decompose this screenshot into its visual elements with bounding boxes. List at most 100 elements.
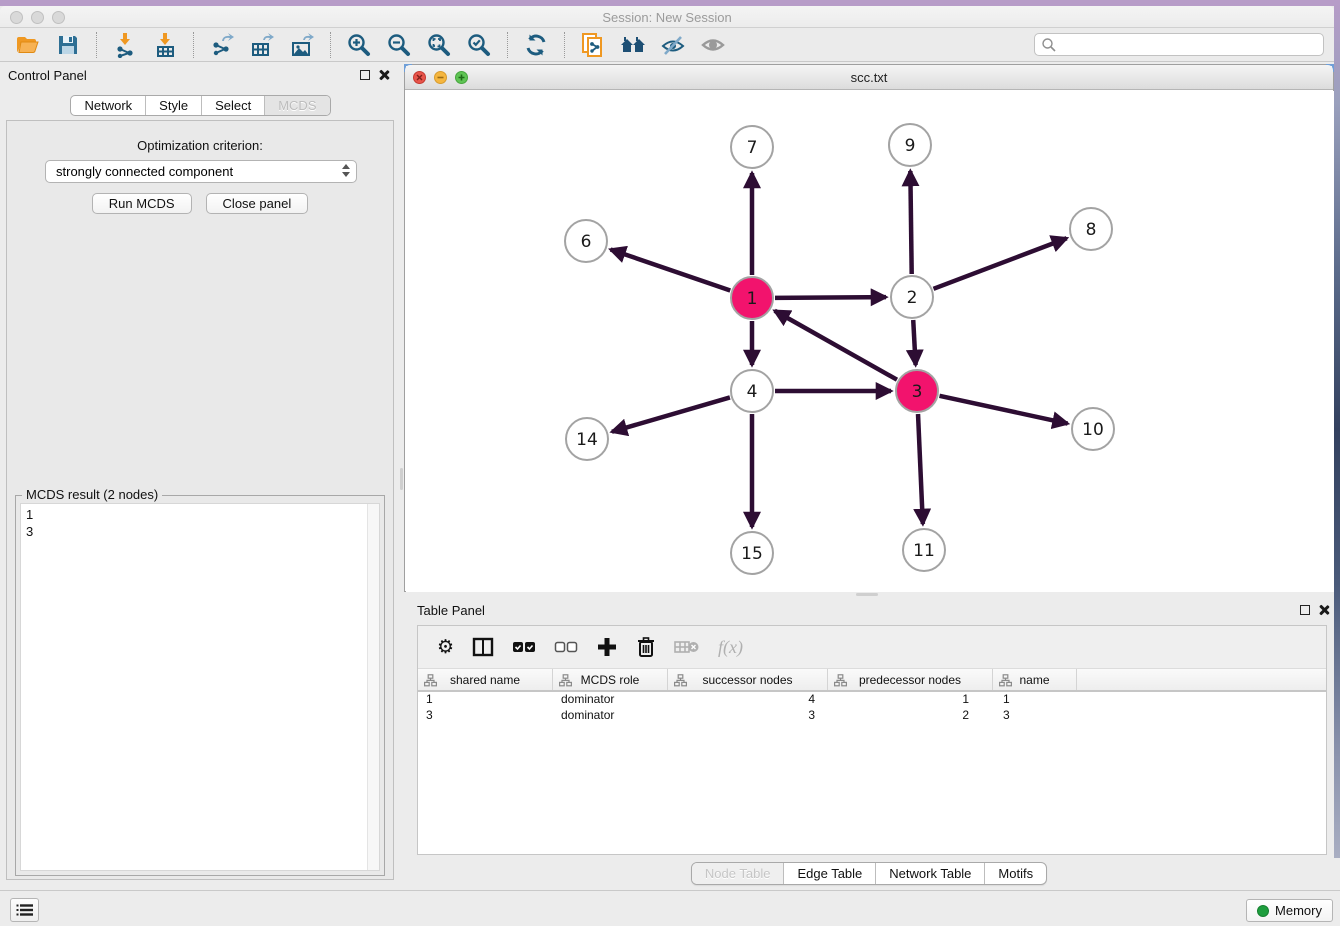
import-network-icon[interactable]: [111, 31, 139, 59]
edge-2-8[interactable]: [934, 238, 1067, 289]
open-session-icon[interactable]: [14, 31, 42, 59]
node-8[interactable]: 8: [1070, 208, 1112, 250]
import-table-icon[interactable]: [151, 31, 179, 59]
control-panel-tabs: NetworkStyleSelectMCDS: [0, 95, 401, 116]
refresh-layout-icon[interactable]: [522, 31, 550, 59]
add-column-icon[interactable]: [596, 634, 618, 660]
network-view-frame: scc.txt 7 9 6 8 1 2 4 3 14 10 15 11: [404, 64, 1334, 592]
homes-icon[interactable]: [619, 31, 647, 59]
zoom-fit-icon[interactable]: [425, 31, 453, 59]
zoom-out-icon[interactable]: [385, 31, 413, 59]
table-toolbar: ⚙ f(x): [418, 626, 1326, 669]
node-table-container: ⚙ f(x) shared nameMCDS: [417, 625, 1327, 855]
tab-node-table[interactable]: Node Table: [692, 863, 784, 884]
table-row[interactable]: 3dominator323: [418, 708, 1326, 724]
search-input[interactable]: [1057, 36, 1323, 54]
zoom-selected-icon[interactable]: [465, 31, 493, 59]
node-label: 3: [912, 382, 923, 402]
control-panel-header: Control Panel: [0, 62, 401, 88]
node-table[interactable]: shared nameMCDS rolesuccessor nodesprede…: [418, 669, 1326, 724]
select-all-icon[interactable]: [512, 634, 536, 660]
network-canvas[interactable]: 7 9 6 8 1 2 4 3 14 10 15 11: [406, 91, 1334, 592]
column-header-successor-nodes[interactable]: successor nodes: [668, 669, 828, 690]
result-scrollbar[interactable]: [367, 504, 379, 870]
tab-edge-table[interactable]: Edge Table: [783, 863, 875, 884]
window-titlebar: Session: New Session: [0, 6, 1334, 28]
close-panel-button[interactable]: Close panel: [206, 193, 309, 214]
horizontal-splitter-grip[interactable]: [856, 593, 878, 596]
column-header-MCDS-role[interactable]: MCDS role: [553, 669, 668, 690]
table-cell: 3: [668, 708, 828, 724]
node-10[interactable]: 10: [1072, 408, 1114, 450]
tab-mcds[interactable]: MCDS: [264, 96, 329, 115]
toolbar-separator: [330, 32, 331, 58]
mcds-result-groupbox: MCDS result (2 nodes) 13: [15, 495, 385, 876]
fx-label: f(x): [718, 637, 743, 658]
column-header-predecessor-nodes[interactable]: predecessor nodes: [828, 669, 993, 690]
table-float-icon[interactable]: [1300, 605, 1310, 615]
column-header-shared-name[interactable]: shared name: [418, 669, 553, 690]
save-session-icon[interactable]: [54, 31, 82, 59]
memory-button[interactable]: Memory: [1246, 899, 1333, 922]
close-panel-icon[interactable]: [378, 69, 390, 81]
mcds-panel: Optimization criterion: strongly connect…: [6, 120, 394, 880]
toolbar-separator: [193, 32, 194, 58]
edge-1-2[interactable]: [775, 297, 886, 298]
edge-1-6[interactable]: [611, 249, 731, 290]
export-network-icon[interactable]: [208, 31, 236, 59]
node-9[interactable]: 9: [889, 124, 931, 166]
edge-2-3[interactable]: [913, 320, 915, 365]
export-table-icon[interactable]: [248, 31, 276, 59]
vertical-splitter-grip[interactable]: [400, 468, 403, 490]
dropdown-arrows-icon: [342, 164, 350, 177]
network-frame-titlebar[interactable]: scc.txt: [405, 65, 1333, 90]
optimization-criterion-label: Optimization criterion:: [7, 138, 393, 153]
node-15[interactable]: 15: [731, 532, 773, 574]
task-history-button[interactable]: [10, 898, 39, 922]
export-image-icon[interactable]: [288, 31, 316, 59]
node-4[interactable]: 4: [731, 370, 773, 412]
table-close-icon[interactable]: [1318, 604, 1330, 616]
duplicate-network-icon[interactable]: [579, 31, 607, 59]
edge-3-1[interactable]: [775, 311, 897, 380]
edge-3-10[interactable]: [939, 396, 1067, 424]
node-1[interactable]: 1: [731, 277, 773, 319]
desktop-wallpaper-right: [1334, 0, 1340, 858]
table-header-row: shared nameMCDS rolesuccessor nodesprede…: [418, 669, 1326, 692]
toolbar-separator: [96, 32, 97, 58]
node-3[interactable]: 3: [896, 370, 938, 412]
edge-2-9[interactable]: [910, 171, 911, 274]
settings-gear-icon[interactable]: ⚙: [437, 634, 454, 660]
float-panel-icon[interactable]: [360, 70, 370, 80]
delete-column-icon[interactable]: [636, 634, 656, 660]
search-field[interactable]: [1034, 33, 1324, 56]
hide-eye-icon[interactable]: [659, 31, 687, 59]
tab-motifs[interactable]: Motifs: [984, 863, 1046, 884]
unselect-all-icon[interactable]: [554, 634, 578, 660]
node-7[interactable]: 7: [731, 126, 773, 168]
tab-network[interactable]: Network: [71, 96, 145, 115]
table-cell: 3: [993, 708, 1077, 724]
node-2[interactable]: 2: [891, 276, 933, 318]
tab-style[interactable]: Style: [145, 96, 201, 115]
criterion-dropdown[interactable]: strongly connected component: [45, 160, 357, 183]
node-6[interactable]: 6: [565, 220, 607, 262]
tab-select[interactable]: Select: [201, 96, 264, 115]
column-label: name: [1019, 673, 1049, 687]
column-header-name[interactable]: name: [993, 669, 1077, 690]
run-mcds-button[interactable]: Run MCDS: [92, 193, 192, 214]
mcds-result-area[interactable]: 13: [20, 503, 380, 871]
node-label: 9: [905, 136, 916, 156]
node-label: 8: [1086, 220, 1097, 240]
table-cell: 1: [993, 692, 1077, 708]
zoom-in-icon[interactable]: [345, 31, 373, 59]
edge-3-11[interactable]: [918, 414, 923, 524]
split-columns-icon[interactable]: [472, 634, 494, 660]
node-14[interactable]: 14: [566, 418, 608, 460]
edge-4-14[interactable]: [612, 397, 730, 431]
tab-network-table[interactable]: Network Table: [875, 863, 984, 884]
table-row[interactable]: 1dominator411: [418, 692, 1326, 708]
node-11[interactable]: 11: [903, 529, 945, 571]
node-label: 6: [581, 232, 592, 252]
show-eye-icon[interactable]: [699, 31, 727, 59]
